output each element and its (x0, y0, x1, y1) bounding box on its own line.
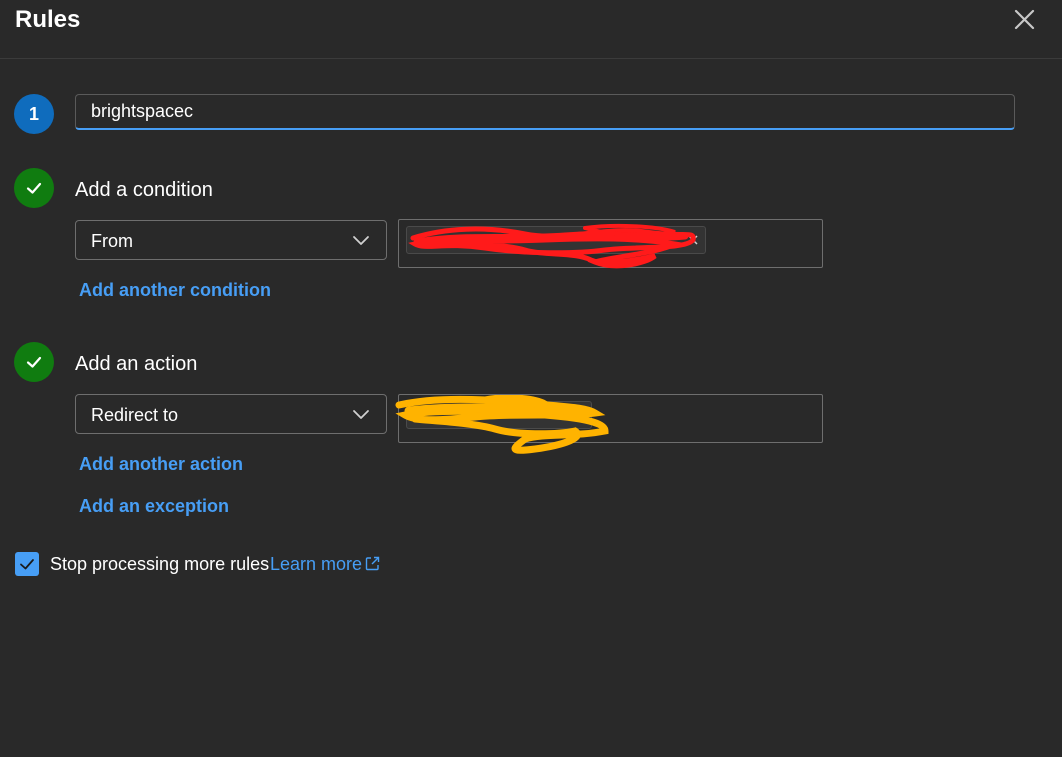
action-check-indicator (14, 342, 54, 382)
close-button[interactable] (1009, 4, 1041, 36)
add-another-condition-link[interactable]: Add another condition (79, 280, 271, 301)
checkmark-icon (26, 182, 42, 194)
stop-processing-label: Stop processing more rules (50, 554, 270, 574)
redaction-scribble-orange (395, 395, 609, 454)
chevron-down-icon (353, 236, 369, 245)
condition-section-title: Add a condition (75, 179, 213, 201)
checkbox-check-icon (20, 559, 34, 570)
learn-more-link[interactable]: Learn more (270, 554, 362, 575)
external-link-icon[interactable] (365, 556, 380, 571)
action-value-field[interactable] (395, 394, 823, 454)
step-1-indicator: 1 (14, 94, 54, 134)
add-exception-link[interactable]: Add an exception (79, 496, 229, 517)
action-section-title: Add an action (75, 353, 198, 375)
action-dropdown-value: Redirect to (91, 405, 179, 425)
checkmark-icon (26, 356, 42, 368)
panel-title: Rules (15, 6, 81, 33)
redaction-scribble-red (408, 223, 696, 269)
action-type-dropdown[interactable]: Redirect to (75, 394, 387, 434)
add-another-action-link[interactable]: Add another action (79, 454, 243, 475)
stop-processing-checkbox[interactable] (15, 552, 39, 576)
rule-name-input[interactable] (75, 94, 1015, 130)
step-1-number: 1 (28, 103, 39, 124)
close-icon (1014, 9, 1035, 30)
condition-dropdown-value: From (91, 231, 133, 251)
condition-type-dropdown[interactable]: From (75, 220, 387, 260)
panel-header: Rules (0, 0, 1062, 59)
rules-panel: Rules 1 Add a condition From (0, 0, 1062, 757)
condition-check-indicator (14, 168, 54, 208)
chevron-down-icon (353, 410, 369, 419)
condition-value-field[interactable] (398, 219, 823, 269)
